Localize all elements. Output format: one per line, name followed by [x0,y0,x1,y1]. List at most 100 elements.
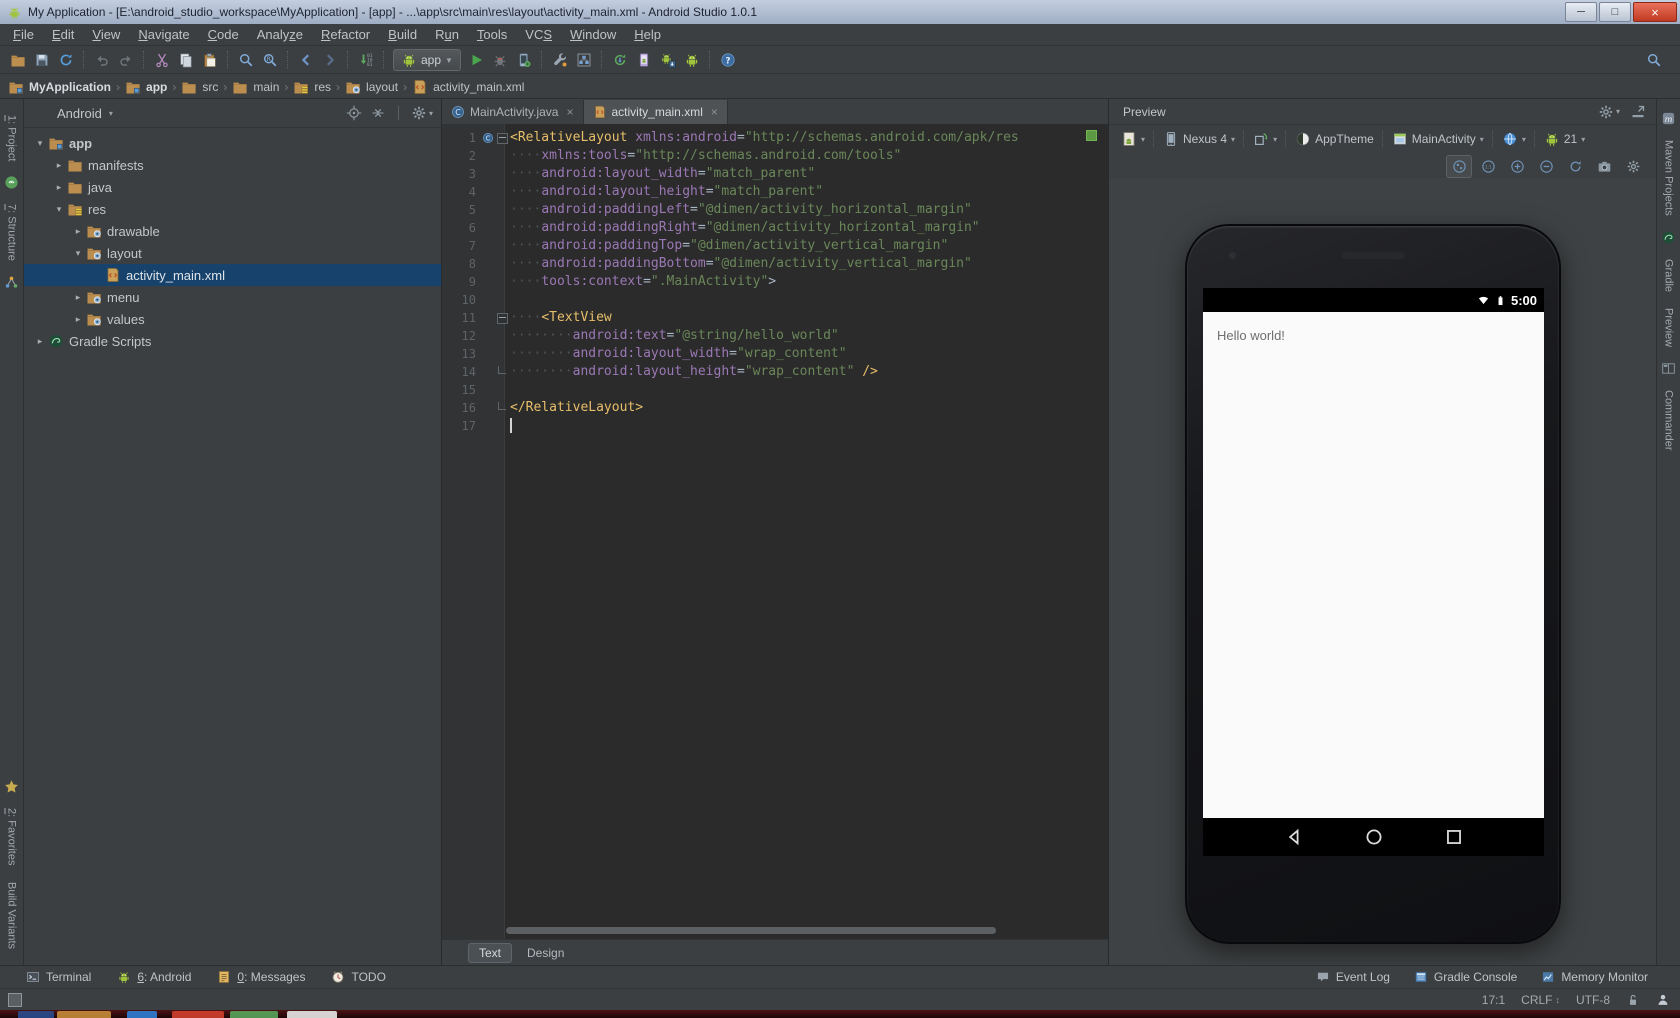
chevron-right-icon[interactable]: ▸ [51,182,67,193]
save-button[interactable] [30,48,54,72]
theme-select[interactable]: AppTheme [1291,131,1378,147]
open-button[interactable] [6,48,30,72]
tree-item-java[interactable]: ▸ java [24,176,441,198]
toolwindow-button-preview[interactable]: Preview [1663,308,1675,347]
menu-run[interactable]: Run [426,26,468,43]
close-button[interactable]: × [1633,2,1677,22]
hector-button[interactable] [1656,993,1670,1007]
encoding-select[interactable]: UTF-8 [1576,993,1610,1007]
fold-start-icon[interactable] [496,132,508,144]
toolwindow-button-android[interactable]: 6: Android [117,970,191,984]
editor-tab-MainActivity.java[interactable]: C MainActivity.java × [442,100,584,124]
chevron-right-icon[interactable]: ▸ [32,336,48,347]
sync-ide-button[interactable] [54,48,78,72]
cut-button[interactable] [150,48,174,72]
settings-wrench-button[interactable] [548,48,572,72]
nav-home-icon[interactable] [1363,826,1385,848]
toolwindow-button-memorymonitor[interactable]: Memory Monitor [1541,970,1648,984]
horizontal-scrollbar[interactable] [506,927,996,934]
toolwindow-button-favorites[interactable]: 2: Favorites [6,808,18,865]
chevron-down-icon[interactable]: ▾ [32,138,48,149]
zoom-in-button[interactable] [1504,155,1530,178]
close-icon[interactable]: × [711,105,718,119]
menu-build[interactable]: Build [379,26,426,43]
menu-code[interactable]: Code [199,26,248,43]
update-button[interactable]: 01 10 01 [354,48,378,72]
menu-vcs[interactable]: VCS [516,26,561,43]
lock-open-button[interactable] [1626,993,1640,1007]
minimize-button[interactable]: ─ [1565,2,1597,22]
nav-recents-icon[interactable] [1443,826,1465,848]
toolwindow-button-gradle[interactable]: Gradle [1663,259,1675,292]
device-monitor-button[interactable] [680,48,704,72]
commander-icon[interactable] [1661,361,1676,376]
code-editor[interactable]: 1 C <RelativeLayout xmlns:android="http://… [442,124,1108,940]
zoom-fit-button[interactable] [1446,154,1472,178]
layout-config[interactable]: ▾ [1117,131,1149,147]
actual-size-button[interactable]: 1:1 [1475,155,1501,178]
editor-tab-activity_main.xml[interactable]: activity_main.xml × [583,100,728,124]
structure-nodes-icon[interactable] [4,275,19,290]
run-configuration-select[interactable]: app ▼ [393,49,461,71]
chevron-down-icon[interactable]: ▾ [70,248,86,259]
toolwindow-button-project[interactable]: 1: Project [6,115,18,161]
toolwindow-button-todo[interactable]: TODO [331,970,386,984]
attach-debugger-button[interactable] [512,48,536,72]
gear-button[interactable]: ▾ [1598,104,1620,120]
android-circle-icon[interactable] [4,175,19,190]
toolwindow-button-gradleconsole[interactable]: Gradle Console [1414,970,1517,984]
debug-button[interactable] [488,48,512,72]
breadcrumb-MyApplication[interactable]: MyApplication [8,79,111,95]
back-button[interactable] [294,48,318,72]
tree-item-res[interactable]: ▾ res [24,198,441,220]
menu-help[interactable]: Help [625,26,670,43]
copy-button[interactable] [174,48,198,72]
menu-window[interactable]: Window [561,26,625,43]
tree-item-menu[interactable]: ▸ menu [24,286,441,308]
api-select[interactable]: 21 ▾ [1540,131,1589,147]
line-separator-select[interactable]: CRLF ↕ [1521,993,1560,1007]
toolwindow-button-structure[interactable]: 7: Structure [6,204,18,261]
toolwindow-button-eventlog[interactable]: Event Log [1316,970,1390,984]
locale-select[interactable]: ▾ [1498,131,1530,147]
inspection-status-icon[interactable] [1086,130,1097,141]
screenshot-button[interactable] [1591,155,1617,178]
project-view-selector[interactable]: Android [57,106,102,121]
avd-manager-button[interactable] [632,48,656,72]
chevron-right-icon[interactable]: ▸ [51,160,67,171]
caret-position[interactable]: 17:1 [1482,993,1505,1007]
help-button[interactable]: ? [716,48,740,72]
menu-analyze[interactable]: Analyze [248,26,312,43]
toolwindow-button-buildvariants[interactable]: Build Variants [6,882,18,949]
tree-item-activity_main.xml[interactable]: activity_main.xml [24,264,441,286]
breadcrumb-src[interactable]: src [181,79,218,95]
toolwindow-button-terminal[interactable]: Terminal [26,970,91,984]
gear-button[interactable]: ▾ [411,105,433,121]
menu-file[interactable]: File [4,26,43,43]
menu-view[interactable]: View [83,26,129,43]
tree-item-manifests[interactable]: ▸ manifests [24,154,441,176]
breadcrumb-layout[interactable]: layout [345,79,398,95]
forward-button[interactable] [318,48,342,72]
breadcrumb-main[interactable]: main [232,79,279,95]
chevron-right-icon[interactable]: ▸ [70,314,86,325]
tree-item-app[interactable]: ▾ app [24,132,441,154]
breadcrumb-res[interactable]: res [293,79,331,95]
tree-item-Gradle Scripts[interactable]: ▸ Gradle Scripts [24,330,441,352]
collapse-all-button[interactable] [370,105,386,121]
find-button[interactable] [234,48,258,72]
maximize-button[interactable]: □ [1599,2,1631,22]
orientation-select[interactable]: ▾ [1249,131,1281,147]
tree-item-layout[interactable]: ▾ layout [24,242,441,264]
gradle-icon[interactable] [1661,230,1676,245]
gear-button[interactable] [1620,155,1646,178]
menu-edit[interactable]: Edit [43,26,83,43]
tree-item-drawable[interactable]: ▸ drawable [24,220,441,242]
editor-mode-tab-text[interactable]: Text [468,942,513,963]
editor-mode-tab-design[interactable]: Design [516,943,575,963]
chevron-right-icon[interactable]: ▸ [70,226,86,237]
run-button[interactable] [464,48,488,72]
replace-button[interactable]: R [258,48,282,72]
gradle-sync-button[interactable] [608,48,632,72]
sdk-manager-button[interactable] [656,48,680,72]
